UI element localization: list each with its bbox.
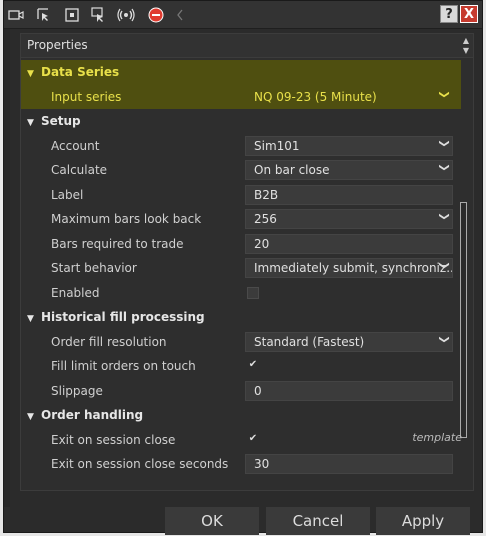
property-grid: ▼ Data Series Input series NQ 09-23 (5 Mi… xyxy=(21,60,461,477)
slippage-input[interactable]: 0 xyxy=(245,380,453,401)
input-series-select[interactable]: NQ 09-23 (5 Minute) ❯ xyxy=(245,86,453,107)
bars-required-row: Bars required to trade 20 xyxy=(21,232,461,257)
section-setup[interactable]: ▼ Setup xyxy=(21,109,461,134)
enabled-label: Enabled xyxy=(51,285,100,300)
max-bars-label: Maximum bars look back xyxy=(51,212,202,226)
slippage-row: Slippage 0 xyxy=(21,379,461,404)
chevron-left-icon[interactable] xyxy=(170,5,190,25)
scroll-down-icon[interactable]: ▼ xyxy=(463,46,469,55)
chevron-down-icon: ❯ xyxy=(438,163,450,172)
expand-arrow-icon[interactable]: ▼ xyxy=(27,412,41,422)
chevron-down-icon: ❯ xyxy=(438,212,450,221)
exit-seconds-label: Exit on session close seconds xyxy=(51,457,229,471)
exit-close-checkbox[interactable]: ✔ xyxy=(247,433,259,446)
properties-title: Properties xyxy=(27,38,88,52)
select-box-icon[interactable] xyxy=(62,5,82,25)
section-historical-title: ▼ Historical fill processing xyxy=(27,310,205,324)
calculate-row: Calculate On bar close ❯ xyxy=(21,158,461,183)
radio-icon[interactable] xyxy=(116,5,136,25)
calculate-label: Calculate xyxy=(51,163,108,177)
start-behavior-label: Start behavior xyxy=(51,261,137,275)
section-setup-title: ▼ Setup xyxy=(27,114,81,128)
template-link[interactable]: template xyxy=(412,431,462,444)
exit-close-label: Exit on session close xyxy=(51,432,176,447)
section-historical[interactable]: ▼ Historical fill processing xyxy=(21,305,461,330)
section-order-handling[interactable]: ▼ Order handling xyxy=(21,403,461,428)
expand-arrow-icon[interactable]: ▼ xyxy=(27,314,41,324)
order-fill-label: Order fill resolution xyxy=(51,334,167,349)
fill-limit-checkbox[interactable]: ✔ xyxy=(247,360,259,372)
screen-capture-icon[interactable] xyxy=(6,5,26,25)
stop-icon[interactable] xyxy=(146,5,166,25)
label-input[interactable]: B2B xyxy=(245,184,453,205)
properties-panel: Properties ▲ ▼ ▼ Data Series Input series… xyxy=(20,33,474,491)
expand-arrow-icon[interactable]: ▼ xyxy=(27,118,41,128)
section-data-series[interactable]: ▼ Data Series xyxy=(21,60,461,85)
help-button[interactable]: ? xyxy=(440,5,458,23)
max-bars-row: Maximum bars look back 256 ❯ xyxy=(21,207,461,232)
fill-limit-row: Fill limit orders on touch ✔ xyxy=(21,354,461,379)
order-fill-row: Order fill resolution Standard (Fastest)… xyxy=(21,330,461,355)
chevron-down-icon: ❯ xyxy=(438,334,450,344)
chevron-down-icon: ❯ xyxy=(438,89,450,99)
ok-button[interactable]: OK xyxy=(165,507,259,535)
expand-arrow-icon[interactable]: ▼ xyxy=(27,69,41,79)
section-data-series-title: ▼ Data Series xyxy=(27,65,120,79)
left-strip xyxy=(4,29,10,507)
start-behavior-select[interactable]: Immediately submit, synchroniz... ❯ xyxy=(245,258,453,278)
bars-required-label: Bars required to trade xyxy=(51,236,184,251)
pointer-list-icon[interactable] xyxy=(88,5,108,25)
max-bars-select[interactable]: 256 ❯ xyxy=(245,209,453,229)
scroll-up-icon[interactable]: ▲ xyxy=(463,36,469,45)
account-row: Account Sim101 ❯ xyxy=(21,134,461,159)
fill-limit-label: Fill limit orders on touch xyxy=(51,359,196,373)
slippage-label: Slippage xyxy=(51,383,103,398)
close-button[interactable]: X xyxy=(460,5,478,23)
bars-required-input[interactable]: 20 xyxy=(245,233,453,254)
start-behavior-row: Start behavior Immediately submit, synch… xyxy=(21,256,461,281)
order-fill-select[interactable]: Standard (Fastest) ❯ xyxy=(245,331,453,352)
enabled-row: Enabled xyxy=(21,281,461,306)
strategy-properties-window: ? X Properties ▲ ▼ ▼ Data Series Input se… xyxy=(3,0,483,535)
input-series-row: Input series NQ 09-23 (5 Minute) ❯ xyxy=(21,84,461,109)
exit-seconds-row: Exit on session close seconds 30 xyxy=(21,452,461,477)
properties-header: Properties ▲ ▼ xyxy=(21,34,473,58)
label-label: Label xyxy=(51,187,84,202)
account-label: Account xyxy=(51,138,100,153)
exit-seconds-input[interactable]: 30 xyxy=(245,454,453,474)
account-select[interactable]: Sim101 ❯ xyxy=(245,135,453,156)
enabled-checkbox[interactable] xyxy=(247,286,259,299)
chevron-down-icon: ❯ xyxy=(438,261,450,270)
chevron-down-icon: ❯ xyxy=(438,138,450,148)
input-series-label: Input series xyxy=(51,89,122,104)
pointer-icon[interactable] xyxy=(34,5,54,25)
toolbar: ? X xyxy=(4,1,482,29)
cancel-button[interactable]: Cancel xyxy=(266,507,370,535)
label-row: Label B2B xyxy=(21,183,461,208)
exit-close-row: Exit on session close ✔ xyxy=(21,428,461,453)
vertical-scrollbar[interactable] xyxy=(460,202,467,438)
apply-button[interactable]: Apply xyxy=(376,507,470,535)
calculate-select[interactable]: On bar close ❯ xyxy=(245,160,453,180)
section-order-handling-title: ▼ Order handling xyxy=(27,408,144,422)
